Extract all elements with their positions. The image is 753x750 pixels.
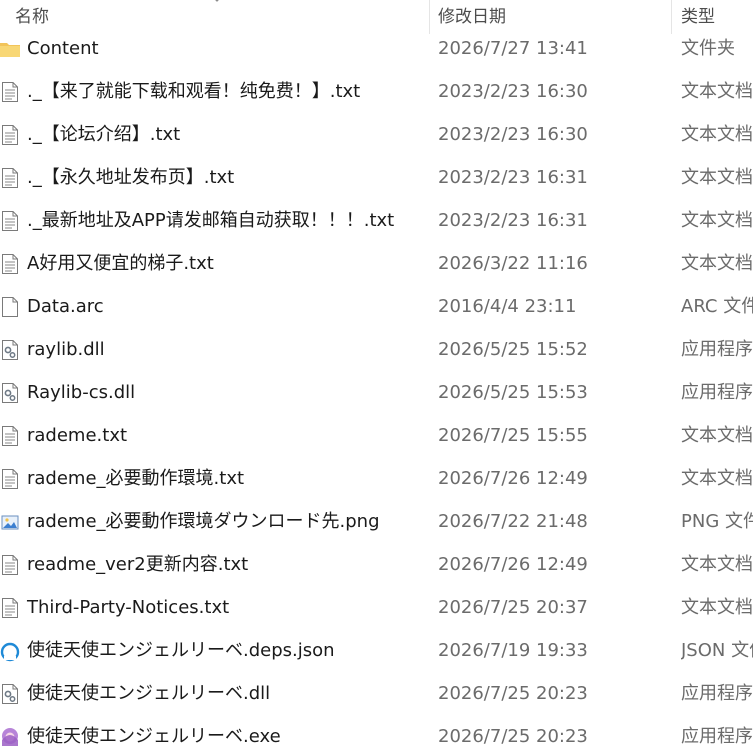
file-type: 文本文档	[681, 597, 753, 618]
file-name: 使徒天使エンジェルリーベ.deps.json	[27, 640, 335, 661]
file-list: Content 2026/7/27 13:41 文件夹 ._【来了就能下载和观看…	[0, 27, 753, 750]
file-row[interactable]: rademe_必要動作環境ダウンロード先.png 2026/7/22 21:48…	[0, 500, 753, 543]
file-row[interactable]: ._【来了就能下载和观看！纯免费！】.txt 2023/2/23 16:30 文…	[0, 70, 753, 113]
file-date: 2026/5/25 15:53	[438, 382, 588, 403]
file-name: ._【论坛介绍】.txt	[27, 124, 181, 145]
file-row[interactable]: 使徒天使エンジェルリーベ.exe 2026/7/25 20:23 应用程序	[0, 715, 753, 750]
file-type: 文本文档	[681, 554, 753, 575]
file-row[interactable]: rademe.txt 2026/7/25 15:55 文本文档	[0, 414, 753, 457]
file-row[interactable]: A好用又便宜的梯子.txt 2026/3/22 11:16 文本文档	[0, 242, 753, 285]
json-file-icon	[0, 640, 20, 662]
file-name: ._【来了就能下载和观看！纯免费！】.txt	[27, 81, 361, 102]
folder-icon	[0, 38, 20, 60]
file-type: 应用程序	[681, 726, 753, 747]
image-file-icon	[0, 511, 20, 533]
text-file-icon	[0, 167, 20, 189]
file-name: raylib.dll	[27, 339, 105, 360]
file-type: 文本文档	[681, 425, 753, 446]
file-type: 文本文档	[681, 167, 753, 188]
file-name: 使徒天使エンジェルリーベ.dll	[27, 683, 271, 704]
file-row[interactable]: Third-Party-Notices.txt 2026/7/25 20:37 …	[0, 586, 753, 629]
file-name: Raylib-cs.dll	[27, 382, 136, 403]
file-type: JSON 文件	[681, 640, 753, 661]
file-row[interactable]: ._【永久地址发布页】.txt 2023/2/23 16:31 文本文档	[0, 156, 753, 199]
text-file-icon	[0, 468, 20, 490]
dll-file-icon	[0, 339, 20, 361]
file-name: ._【永久地址发布页】.txt	[27, 167, 235, 188]
file-type: 文本文档	[681, 124, 753, 145]
file-row[interactable]: rademe_必要動作環境.txt 2026/7/26 12:49 文本文档	[0, 457, 753, 500]
file-date: 2023/2/23 16:30	[438, 81, 588, 102]
text-file-icon	[0, 210, 20, 232]
text-file-icon	[0, 253, 20, 275]
file-type: 文本文档	[681, 468, 753, 489]
file-type: 应用程序扩展	[681, 339, 753, 360]
file-date: 2026/7/26 12:49	[438, 554, 588, 575]
file-name: rademe_必要動作環境.txt	[27, 468, 245, 489]
text-file-icon	[0, 81, 20, 103]
text-file-icon	[0, 554, 20, 576]
file-date: 2026/7/27 13:41	[438, 38, 588, 59]
file-explorer: 名称 修改日期 类型 Content 2026/7/27 13:41 文件夹 .…	[0, 0, 753, 750]
file-type: 文本文档	[681, 253, 753, 274]
file-date: 2026/7/22 21:48	[438, 511, 588, 532]
text-file-icon	[0, 124, 20, 146]
file-row[interactable]: raylib.dll 2026/5/25 15:52 应用程序扩展	[0, 328, 753, 371]
file-name: A好用又便宜的梯子.txt	[27, 253, 214, 274]
file-row[interactable]: 使徒天使エンジェルリーベ.deps.json 2026/7/19 19:33 J…	[0, 629, 753, 672]
file-name: 使徒天使エンジェルリーベ.exe	[27, 726, 281, 747]
file-name: rademe.txt	[27, 425, 128, 446]
file-date: 2026/7/25 15:55	[438, 425, 588, 446]
file-type: 文本文档	[681, 210, 753, 231]
file-type: 应用程序扩展	[681, 683, 753, 704]
file-row[interactable]: ._【论坛介绍】.txt 2023/2/23 16:30 文本文档	[0, 113, 753, 156]
dll-file-icon	[0, 382, 20, 404]
file-name: Data.arc	[27, 296, 104, 317]
file-name: ._最新地址及APP请发邮箱自动获取！！！.txt	[27, 210, 395, 231]
file-date: 2023/2/23 16:31	[438, 167, 588, 188]
file-name: Content	[27, 38, 99, 59]
file-date: 2023/2/23 16:30	[438, 124, 588, 145]
file-date: 2026/7/19 19:33	[438, 640, 588, 661]
file-date: 2026/3/22 11:16	[438, 253, 588, 274]
file-name: rademe_必要動作環境ダウンロード先.png	[27, 511, 380, 532]
file-date: 2016/4/4 23:11	[438, 296, 577, 317]
file-type: PNG 文件	[681, 511, 753, 532]
file-type: ARC 文件	[681, 296, 753, 317]
text-file-icon	[0, 597, 20, 619]
file-date: 2026/7/26 12:49	[438, 468, 588, 489]
file-name: readme_ver2更新内容.txt	[27, 554, 249, 575]
text-file-icon	[0, 425, 20, 447]
file-row[interactable]: 使徒天使エンジェルリーベ.dll 2026/7/25 20:23 应用程序扩展	[0, 672, 753, 715]
file-date: 2026/7/25 20:23	[438, 726, 588, 747]
file-type: 应用程序扩展	[681, 382, 753, 403]
file-date: 2026/7/25 20:37	[438, 597, 588, 618]
file-row[interactable]: Content 2026/7/27 13:41 文件夹	[0, 27, 753, 70]
file-row[interactable]: Raylib-cs.dll 2026/5/25 15:53 应用程序扩展	[0, 371, 753, 414]
file-date: 2023/2/23 16:31	[438, 210, 588, 231]
file-type: 文件夹	[681, 38, 735, 59]
file-name: Third-Party-Notices.txt	[27, 597, 230, 618]
file-date: 2026/5/25 15:52	[438, 339, 588, 360]
sort-ascending-icon	[215, 0, 219, 2]
exe-file-icon	[0, 726, 20, 748]
file-row[interactable]: Data.arc 2016/4/4 23:11 ARC 文件	[0, 285, 753, 328]
blank-file-icon	[0, 296, 20, 318]
file-row[interactable]: ._最新地址及APP请发邮箱自动获取！！！.txt 2023/2/23 16:3…	[0, 199, 753, 242]
dll-file-icon	[0, 683, 20, 705]
file-type: 文本文档	[681, 81, 753, 102]
file-row[interactable]: readme_ver2更新内容.txt 2026/7/26 12:49 文本文档	[0, 543, 753, 586]
file-date: 2026/7/25 20:23	[438, 683, 588, 704]
